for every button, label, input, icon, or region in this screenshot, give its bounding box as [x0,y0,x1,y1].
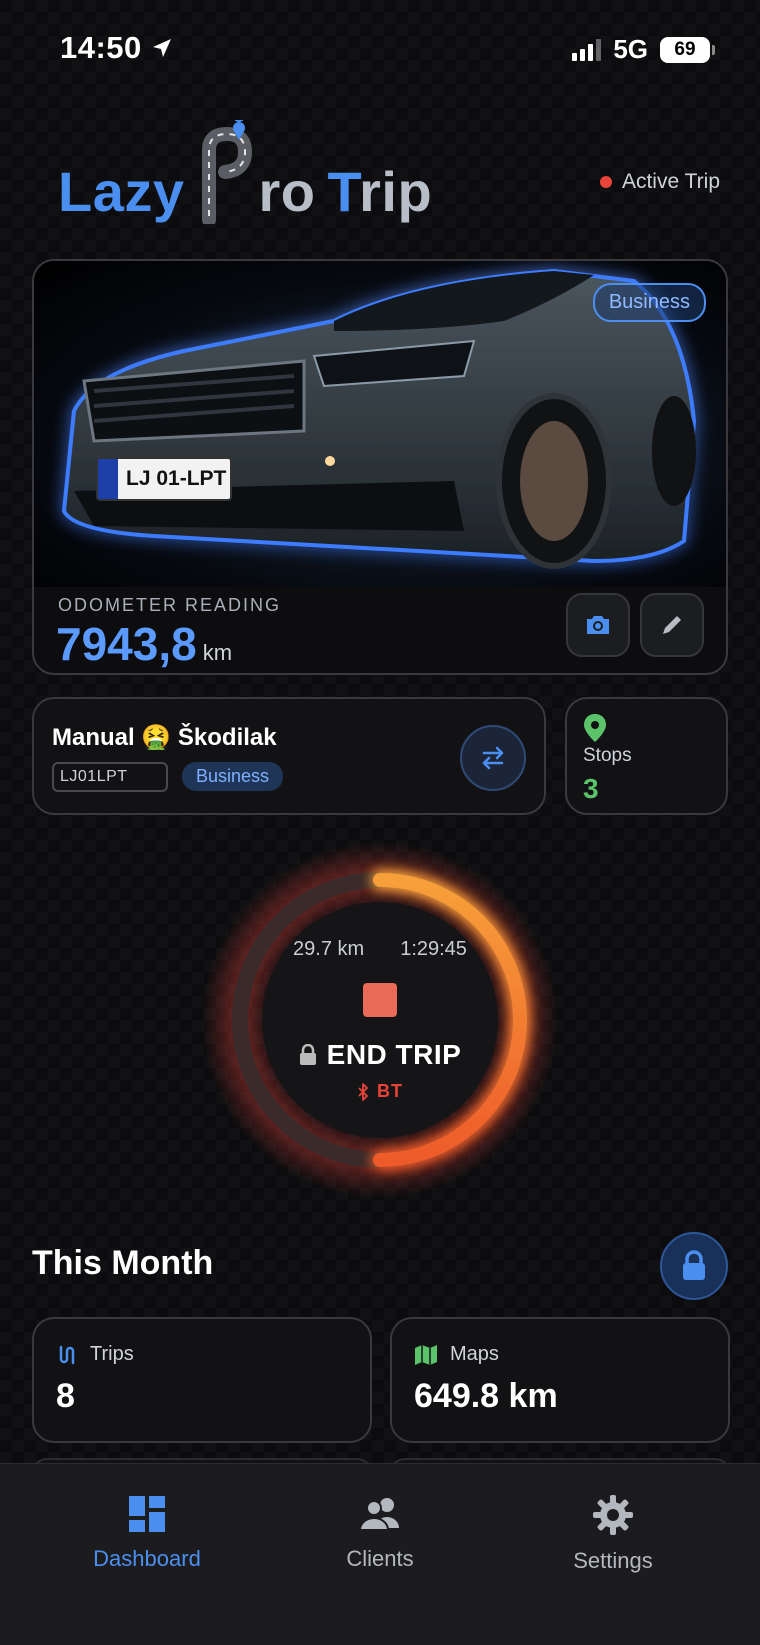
network-label: 5G [613,34,648,64]
app-logo: Lazy ro Trip [58,110,433,227]
map-pin-icon [584,714,606,742]
vehicle-type-badge: Business [592,283,706,322]
trip-stats: 29.7 km 1:29:45 [293,938,467,961]
tab-clients-label: Clients [346,1546,414,1571]
lock-icon [299,1044,316,1065]
car-photo: LJ 01-LPT Business [34,261,726,587]
edit-odometer-button[interactable] [640,593,704,657]
trips-stat-label: Trips [56,1343,134,1366]
camera-icon [587,616,609,634]
trip-center-panel[interactable]: 29.7 km 1:29:45 END TRIP BT [262,902,498,1138]
lock-icon [683,1250,705,1280]
license-plate: LJ 01-LPT [96,457,232,501]
vehicle-plate: LJ01LPT [52,762,168,792]
odometer-value: 7943,8 km [56,617,232,671]
this-month-heading: This Month [32,1244,214,1282]
tab-clients[interactable]: Clients [280,1494,480,1572]
logo-p-road-icon [199,110,253,227]
trip-distance: 29.7 km [293,938,365,960]
selected-vehicle-card[interactable]: Manual 🤮 Škodilak LJ01LPT Business [32,697,546,815]
signal-icon [572,38,602,61]
logo-word-ro: ro [258,160,316,223]
red-dot-icon [599,176,612,188]
tab-settings-label: Settings [573,1548,653,1573]
status-indicators: 5G 69 [572,34,715,65]
logo-letter-t: T [327,160,360,223]
odometer-number: 7943,8 [56,618,197,670]
active-trip-label: Active Trip [621,170,720,193]
battery-icon: 69 [660,36,715,63]
bottom-tab-bar: Dashboard Clients Settings [0,1463,760,1645]
tab-dashboard-label: Dashboard [93,1546,201,1571]
end-trip-label: END TRIP [326,1039,462,1070]
maps-stat-card[interactable]: Maps 649.8 km [390,1317,730,1443]
license-plate-text: LJ 01-LPT [126,467,227,490]
switch-vehicle-button[interactable] [460,725,526,791]
maps-stat-label: Maps [414,1343,499,1366]
end-trip-control[interactable]: 29.7 km 1:29:45 END TRIP BT [200,840,560,1200]
map-icon [415,1344,437,1365]
bluetooth-icon [358,1082,368,1101]
clients-icon [358,1498,399,1531]
odometer-label: ODOMETER READING [58,595,282,615]
maps-label: Maps [450,1343,499,1365]
home-indicator [260,1623,500,1631]
end-trip-button[interactable]: END TRIP [299,1039,462,1071]
location-arrow-icon [152,39,171,57]
trips-value: 8 [56,1377,75,1415]
tab-settings[interactable]: Settings [513,1494,713,1574]
gear-icon [593,1495,633,1535]
time-label: 14:50 [60,30,142,65]
logo-word-lazy: Lazy [58,160,185,223]
bluetooth-label: BT [377,1081,403,1101]
logo-word-trip: Trip [328,159,433,224]
camera-button[interactable] [566,593,630,657]
eu-flag-strip [98,459,118,499]
battery-level: 69 [674,38,696,60]
dashboard-icon [129,1496,165,1532]
maps-value: 649.8 km [414,1377,558,1415]
swap-arrows-icon [482,746,504,770]
vehicle-name: Manual 🤮 Škodilak [52,724,277,751]
vehicle-photo-card: LJ 01-LPT Business ODOMETER READING 7943… [32,259,728,675]
trip-duration: 1:29:45 [400,938,467,960]
pencil-icon [663,616,681,634]
lock-stats-button[interactable] [660,1232,728,1300]
bluetooth-status: BT [357,1081,403,1102]
stops-count: 3 [583,773,599,804]
stop-icon [363,983,397,1017]
stops-label: Stops [583,745,632,766]
status-time: 14:50 [60,30,174,66]
trips-label: Trips [90,1343,134,1365]
active-trip-indicator: Active Trip [599,170,720,194]
route-icon [59,1345,75,1364]
trips-stat-card[interactable]: Trips 8 [32,1317,372,1443]
tab-dashboard[interactable]: Dashboard [47,1494,247,1572]
logo-letters-rip: rip [359,160,433,223]
stops-card[interactable]: Stops 3 [565,697,728,815]
odometer-unit: km [202,640,233,665]
vehicle-category-badge: Business [182,762,284,791]
